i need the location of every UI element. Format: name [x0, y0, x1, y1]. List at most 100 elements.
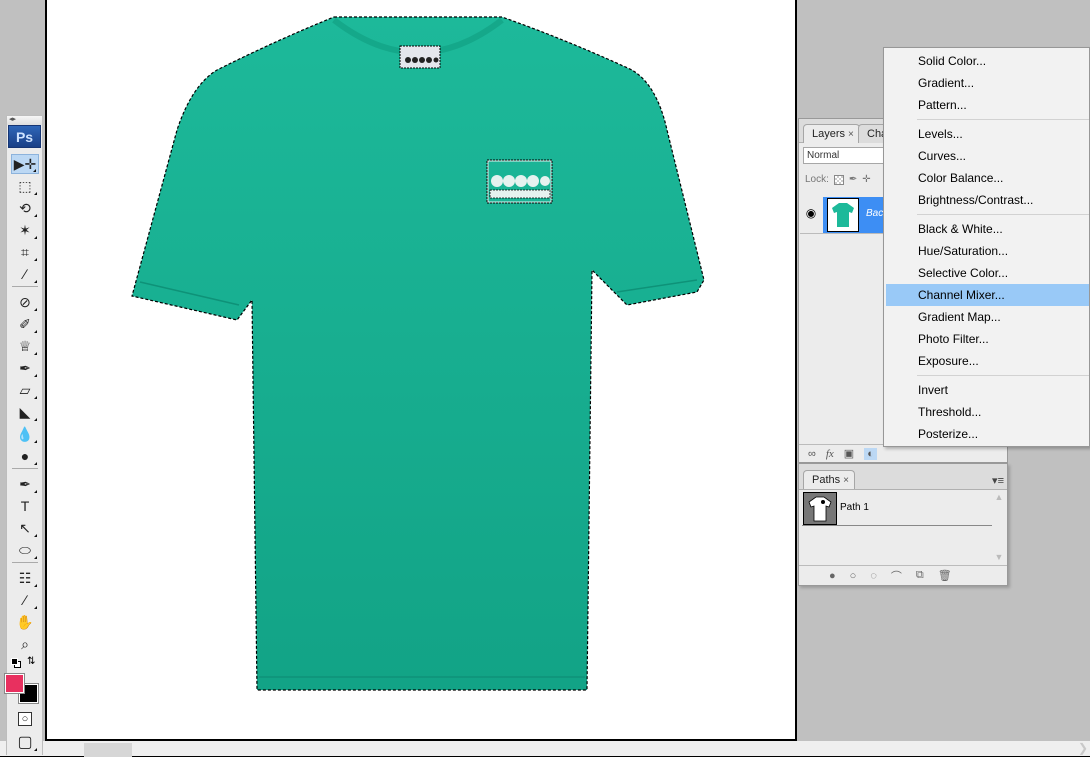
move-tool[interactable]: ▶✛: [11, 154, 39, 174]
rectangular-marquee-tool[interactable]: ⬚: [11, 176, 39, 196]
crop-tool[interactable]: ⌗: [11, 242, 39, 262]
dodge-icon: ●: [20, 448, 30, 464]
tshirt-image: [131, 16, 705, 691]
close-icon[interactable]: ×: [848, 129, 854, 140]
layer-name: Bac: [866, 208, 884, 219]
type-tool[interactable]: T: [11, 496, 39, 516]
screen-mode-button[interactable]: ▢: [11, 732, 39, 752]
foreground-color-swatch[interactable]: [4, 673, 25, 694]
path-selection-icon: ↖: [19, 519, 31, 536]
lasso-tool[interactable]: ⟲: [11, 198, 39, 218]
menu-item-hue-saturation[interactable]: Hue/Saturation...: [884, 240, 1089, 262]
menu-item-levels[interactable]: Levels...: [884, 123, 1089, 145]
paths-panel: Paths × ▾≡ Path 1 ▲ ▼ ● ○ ◌ ⌒ ⧉ 🗑: [798, 463, 1008, 586]
menu-item-selective-color[interactable]: Selective Color...: [884, 262, 1089, 284]
lock-position-icon[interactable]: ✛: [862, 174, 870, 185]
menu-item-channel-mixer[interactable]: Channel Mixer...: [886, 284, 1089, 306]
tab-paths-label: Paths: [812, 474, 841, 486]
hand-tool[interactable]: ✋: [11, 612, 39, 632]
swap-colors-icon[interactable]: ⇅: [27, 656, 35, 667]
paint-bucket-tool[interactable]: ◣: [11, 402, 39, 422]
lock-transparency-icon[interactable]: [833, 174, 844, 185]
healing-brush-tool[interactable]: ⊘: [11, 292, 39, 312]
document-canvas[interactable]: [45, 0, 797, 741]
menu-item-photo-filter[interactable]: Photo Filter...: [884, 328, 1089, 350]
tshirt-body: [131, 16, 705, 691]
mask-icon[interactable]: ▣: [844, 447, 854, 460]
toolbox-separator: [12, 562, 38, 563]
menu-item-black-white[interactable]: Black & White...: [884, 218, 1089, 240]
screen-mode-icon: ▢: [17, 734, 33, 751]
move-icon: ▶✛: [13, 155, 37, 172]
history-brush-tool[interactable]: ✒: [11, 358, 39, 378]
ellipse-tool[interactable]: ⬭: [11, 540, 39, 560]
delete-path-icon[interactable]: 🗑: [938, 569, 952, 582]
menu-item-brightness-contrast[interactable]: Brightness/Contrast...: [884, 189, 1089, 211]
panel-menu-icon[interactable]: ▾≡: [992, 474, 1004, 487]
healing-brush-icon: ⊘: [19, 293, 31, 310]
tab-paths[interactable]: Paths ×: [803, 470, 855, 489]
toolbox-separator: [12, 286, 38, 287]
quick-mask-icon: ○: [17, 712, 33, 726]
paint-bucket-icon: ◣: [19, 403, 31, 420]
eyedropper-tool[interactable]: ∕: [11, 590, 39, 610]
load-selection-icon[interactable]: ◌: [870, 570, 877, 582]
menu-item-threshold[interactable]: Threshold...: [884, 401, 1089, 423]
menu-item-pattern[interactable]: Pattern...: [884, 94, 1089, 116]
adjustment-layer-icon[interactable]: ◐: [864, 447, 877, 460]
status-bar: ❯: [0, 741, 1090, 757]
close-icon[interactable]: ×: [843, 475, 849, 486]
hand-icon: ✋: [16, 613, 34, 630]
scroll-right-icon[interactable]: ❯: [1078, 741, 1088, 755]
menu-item-gradient[interactable]: Gradient...: [884, 72, 1089, 94]
photoshop-logo[interactable]: Ps: [8, 125, 41, 148]
ellipse-icon: ⬭: [19, 541, 31, 558]
eraser-icon: ▱: [19, 381, 31, 398]
lock-label: Lock:: [805, 174, 829, 185]
fill-path-icon[interactable]: ●: [829, 570, 836, 582]
default-colors-icon[interactable]: [11, 658, 21, 668]
zoom-icon: ⌕: [21, 635, 29, 652]
menu-item-color-balance[interactable]: Color Balance...: [884, 167, 1089, 189]
tab-layers-label: Layers: [812, 128, 846, 140]
menu-item-solid-color[interactable]: Solid Color...: [884, 50, 1089, 72]
path-name: Path 1: [840, 502, 869, 513]
toolbox-separator: [12, 468, 38, 469]
clone-stamp-tool[interactable]: ♕: [11, 336, 39, 356]
menu-item-invert[interactable]: Invert: [884, 379, 1089, 401]
magic-wand-tool[interactable]: ✶: [11, 220, 39, 240]
menu-item-gradient-map[interactable]: Gradient Map...: [884, 306, 1089, 328]
blend-mode-select[interactable]: Normal: [803, 147, 893, 164]
menu-item-posterize[interactable]: Posterize...: [884, 423, 1089, 445]
tab-layers[interactable]: Layers ×: [803, 124, 860, 143]
pen-tool[interactable]: ✒: [11, 474, 39, 494]
notes-icon: ☷: [18, 569, 32, 586]
slice-tool[interactable]: ∕: [11, 264, 39, 284]
zoom-tool[interactable]: ⌕: [11, 634, 39, 654]
brush-tool[interactable]: ✐: [11, 314, 39, 334]
dodge-tool[interactable]: ●: [11, 446, 39, 466]
fx-icon[interactable]: fx: [826, 448, 834, 460]
make-work-path-icon[interactable]: ⌒: [891, 568, 902, 584]
stroke-path-icon[interactable]: ○: [850, 570, 857, 582]
eraser-tool[interactable]: ▱: [11, 380, 39, 400]
pen-icon: ✒: [19, 475, 31, 492]
paths-scrollbar[interactable]: ▲ ▼: [993, 492, 1005, 567]
paths-tabrow: Paths × ▾≡: [799, 464, 1007, 490]
menu-item-curves[interactable]: Curves...: [884, 145, 1089, 167]
eye-icon[interactable]: ◉: [803, 206, 819, 222]
lock-image-icon[interactable]: ✒: [849, 174, 857, 185]
new-path-icon[interactable]: ⧉: [916, 569, 924, 582]
blur-tool[interactable]: 💧: [11, 424, 39, 444]
history-brush-icon: ✒: [19, 359, 31, 376]
menu-item-exposure[interactable]: Exposure...: [884, 350, 1089, 372]
path-row[interactable]: Path 1: [802, 490, 992, 526]
path-thumbnail: [803, 492, 837, 525]
toolbox-grip[interactable]: ◂▸: [7, 116, 42, 125]
link-icon[interactable]: ∞: [808, 448, 816, 460]
quick-mask-button[interactable]: ○: [11, 709, 39, 729]
notes-tool[interactable]: ☷: [11, 568, 39, 588]
path-selection-tool[interactable]: ↖: [11, 518, 39, 538]
horizontal-scrollbar-thumb[interactable]: [84, 743, 132, 757]
eyedropper-icon: ∕: [23, 592, 27, 608]
